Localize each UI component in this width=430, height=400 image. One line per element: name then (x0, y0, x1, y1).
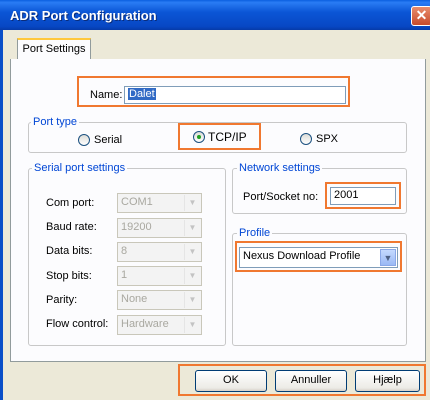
window-left-border (0, 30, 3, 400)
parity-label: Parity: (46, 294, 78, 306)
com-port-select: COM1 ▼ (117, 193, 202, 213)
radio-serial-label[interactable]: Serial (94, 134, 122, 146)
profile-legend: Profile (237, 227, 273, 239)
chevron-down-icon: ▼ (184, 220, 200, 236)
title-bar[interactable]: ADR Port Configuration ✕ (0, 0, 430, 30)
cancel-button[interactable]: Annuller (275, 370, 347, 392)
ok-button[interactable]: OK (195, 370, 267, 392)
profile-value: Nexus Download Profile (243, 250, 361, 262)
chevron-down-icon: ▼ (184, 268, 200, 284)
chevron-down-icon[interactable]: ▼ (380, 249, 396, 266)
radio-tcpip-label[interactable]: TCP/IP (208, 130, 247, 144)
port-socket-input[interactable]: 2001 (330, 187, 396, 205)
chevron-down-icon: ▼ (184, 244, 200, 260)
com-port-label: Com port: (46, 197, 95, 209)
port-socket-value: 2001 (334, 189, 359, 201)
com-port-value: COM1 (121, 196, 153, 208)
tab-label: Port Settings (22, 43, 86, 55)
stop-bits-label: Stop bits: (46, 270, 92, 282)
tab-port-settings[interactable]: Port Settings (17, 38, 91, 59)
port-type-legend: Port type (31, 116, 80, 128)
name-input[interactable]: Dalet (124, 86, 346, 104)
name-label: Name: (90, 89, 123, 101)
flow-control-value: Hardware (121, 318, 169, 330)
data-bits-select: 8 ▼ (117, 242, 202, 262)
parity-value: None (121, 293, 148, 305)
stop-bits-select: 1 ▼ (117, 266, 202, 286)
radio-spx-label[interactable]: SPX (316, 133, 338, 145)
flow-control-select: Hardware ▼ (117, 315, 202, 335)
chevron-down-icon: ▼ (184, 292, 200, 308)
flow-control-label: Flow control: (46, 318, 109, 330)
data-bits-label: Data bits: (46, 245, 93, 257)
chevron-down-icon: ▼ (184, 317, 200, 333)
name-value: Dalet (128, 88, 156, 100)
radio-spx[interactable] (300, 133, 312, 145)
data-bits-value: 8 (121, 245, 128, 257)
baud-rate-select: 19200 ▼ (117, 218, 202, 238)
parity-select: None ▼ (117, 290, 202, 310)
port-socket-label: Port/Socket no: (243, 191, 319, 203)
baud-rate-label: Baud rate: (46, 221, 97, 233)
baud-rate-value: 19200 (121, 221, 152, 233)
window-title: ADR Port Configuration (10, 8, 157, 23)
close-icon: ✕ (415, 7, 428, 23)
serial-settings-legend: Serial port settings (32, 162, 128, 174)
dialog-window: ADR Port Configuration ✕ Port Settings N… (0, 0, 430, 400)
chevron-down-icon: ▼ (184, 195, 200, 211)
radio-serial[interactable] (78, 134, 90, 146)
network-settings-legend: Network settings (237, 162, 323, 174)
help-button[interactable]: Hjælp (355, 370, 420, 392)
close-button[interactable]: ✕ (411, 6, 430, 26)
profile-select[interactable]: Nexus Download Profile ▼ (239, 247, 398, 268)
radio-tcpip[interactable] (193, 131, 205, 143)
stop-bits-value: 1 (121, 269, 128, 281)
